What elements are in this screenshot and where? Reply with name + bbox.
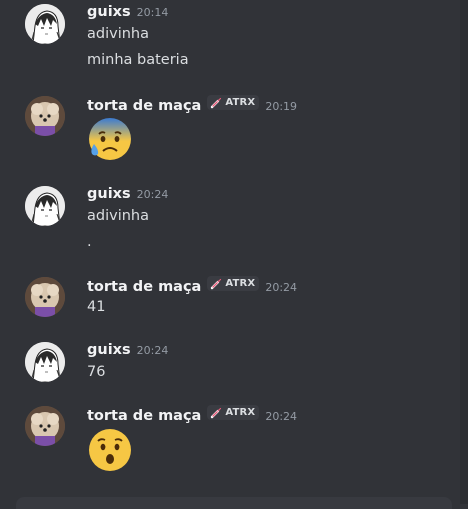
avatar-guixs[interactable] bbox=[25, 342, 65, 382]
message-header: guixs 20:24 bbox=[87, 186, 168, 206]
clan-tag[interactable]: ATRX bbox=[207, 405, 260, 420]
message-text: minha bateria bbox=[87, 52, 189, 68]
timestamp[interactable]: 20:24 bbox=[265, 410, 297, 423]
syringe-icon bbox=[211, 278, 222, 289]
clan-tag-label: ATRX bbox=[225, 97, 256, 108]
timestamp[interactable]: 20:24 bbox=[265, 281, 297, 294]
anime-avatar-icon bbox=[25, 4, 65, 44]
clan-tag[interactable]: ATRX bbox=[207, 95, 260, 110]
message-text: . bbox=[87, 234, 92, 250]
avatar-torta-de-maca[interactable] bbox=[25, 277, 65, 317]
username[interactable]: torta de maça bbox=[87, 98, 201, 114]
message-header: torta de maça ATRX 20:19 bbox=[87, 95, 297, 116]
username[interactable]: torta de maça bbox=[87, 408, 201, 424]
timestamp[interactable]: 20:19 bbox=[265, 100, 297, 113]
avatar-guixs[interactable] bbox=[25, 4, 65, 44]
avatar-torta-de-maca[interactable] bbox=[25, 96, 65, 136]
username[interactable]: guixs bbox=[87, 186, 131, 202]
timestamp[interactable]: 20:14 bbox=[137, 6, 169, 19]
message-composer[interactable] bbox=[16, 497, 452, 509]
message-text: adivinha bbox=[87, 26, 149, 42]
avatar-guixs[interactable] bbox=[25, 186, 65, 226]
clan-tag-label: ATRX bbox=[225, 278, 256, 289]
username[interactable]: torta de maça bbox=[87, 279, 201, 295]
hushed-face-icon[interactable] bbox=[86, 426, 134, 474]
anime-avatar-icon bbox=[25, 186, 65, 226]
avatar-torta-de-maca[interactable] bbox=[25, 406, 65, 446]
message-text: 41 bbox=[87, 299, 106, 315]
clan-tag[interactable]: ATRX bbox=[207, 276, 260, 291]
chat-message-list[interactable]: guixs 20:14 adivinha minha bateria torta… bbox=[0, 0, 460, 504]
message-header: guixs 20:14 bbox=[87, 4, 168, 24]
anxious-face-with-sweat-icon[interactable] bbox=[86, 114, 134, 162]
dog-avatar-icon bbox=[25, 277, 65, 317]
timestamp[interactable]: 20:24 bbox=[137, 188, 169, 201]
anime-avatar-icon bbox=[25, 342, 65, 382]
message-header: torta de maça ATRX 20:24 bbox=[87, 405, 297, 426]
clan-tag-label: ATRX bbox=[225, 407, 256, 418]
username[interactable]: guixs bbox=[87, 342, 131, 358]
scrollbar[interactable] bbox=[460, 0, 468, 504]
message-header: torta de maça ATRX 20:24 bbox=[87, 276, 297, 297]
timestamp[interactable]: 20:24 bbox=[137, 344, 169, 357]
syringe-icon bbox=[211, 407, 222, 418]
dog-avatar-icon bbox=[25, 96, 65, 136]
username[interactable]: guixs bbox=[87, 4, 131, 20]
message-text: adivinha bbox=[87, 208, 149, 224]
syringe-icon bbox=[211, 97, 222, 108]
message-text: 76 bbox=[87, 364, 106, 380]
message-header: guixs 20:24 bbox=[87, 342, 168, 362]
dog-avatar-icon bbox=[25, 406, 65, 446]
